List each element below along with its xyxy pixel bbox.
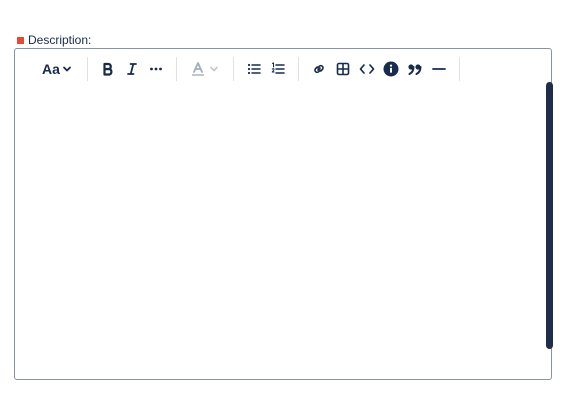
link-icon	[314, 64, 324, 74]
italic-button[interactable]	[123, 57, 141, 81]
more-formatting-button[interactable]	[147, 57, 165, 81]
editor-toolbar: Aa	[15, 49, 551, 89]
numbered-list-icon	[271, 62, 285, 74]
chevron-down-icon	[63, 66, 71, 72]
code-icon	[359, 64, 375, 74]
editor-scrollbar[interactable]	[546, 82, 553, 349]
toolbar-separator	[233, 57, 234, 81]
text-color-icon	[191, 62, 204, 76]
quote-button[interactable]	[406, 57, 424, 81]
text-style-label: Aa	[42, 61, 60, 77]
toolbar-separator	[298, 57, 299, 81]
toolbar-separator	[176, 57, 177, 81]
bold-icon	[103, 62, 113, 76]
editor-content-area[interactable]	[15, 89, 551, 379]
more-icon	[150, 67, 162, 71]
description-editor[interactable]: Aa	[14, 48, 553, 380]
toolbar-separator	[87, 57, 88, 81]
description-label-text: Description:	[28, 33, 92, 47]
divider-button[interactable]	[430, 57, 448, 81]
toolbar-separator	[459, 57, 460, 81]
link-button[interactable]	[310, 57, 328, 81]
table-icon	[336, 62, 350, 76]
info-panel-button[interactable]	[382, 57, 400, 81]
bold-button[interactable]	[99, 57, 117, 81]
bullet-list-icon	[247, 63, 261, 75]
info-icon	[383, 61, 399, 77]
text-style-dropdown[interactable]: Aa	[40, 57, 74, 81]
required-marker	[17, 36, 24, 44]
table-button[interactable]	[334, 57, 352, 81]
bullet-list-button[interactable]	[245, 57, 263, 81]
chevron-down-icon	[209, 66, 218, 72]
description-label: Description:	[17, 32, 91, 48]
italic-icon	[127, 63, 137, 75]
code-button[interactable]	[358, 57, 376, 81]
quote-icon	[408, 64, 422, 75]
text-color-button[interactable]	[188, 57, 220, 81]
numbered-list-button[interactable]	[269, 57, 287, 81]
horizontal-rule-icon	[432, 68, 446, 70]
